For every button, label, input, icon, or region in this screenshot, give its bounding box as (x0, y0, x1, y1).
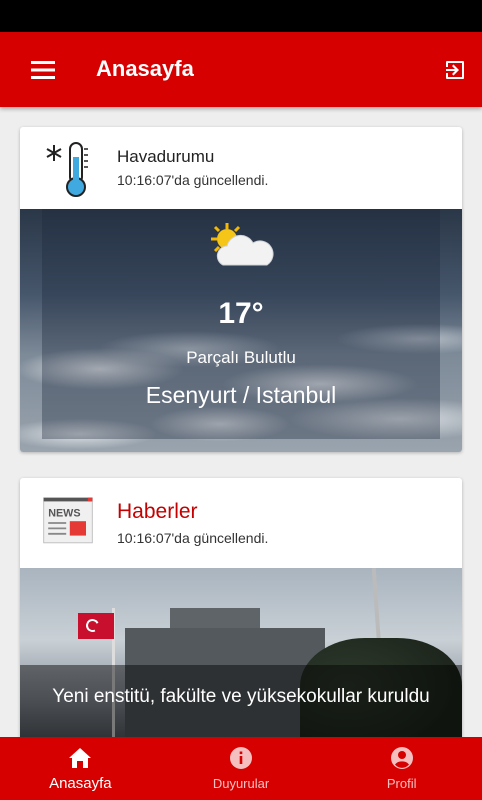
temperature: 17° (218, 297, 264, 330)
menu-icon (31, 61, 55, 79)
nav-item-profile[interactable]: Profil (321, 737, 482, 800)
partly-cloudy-icon (211, 223, 274, 266)
weather-background-image: 17° Parçalı Bulutlu Esenyurt / Istanbul (20, 209, 462, 452)
nav-label-profile: Profil (386, 776, 417, 791)
news-card-header: NEWS Haberler 10:16:07'da güncellendi. (20, 478, 462, 568)
menu-button[interactable] (22, 53, 64, 87)
logout-button[interactable] (438, 53, 472, 87)
news-updated-time: 10:16:07'da güncellendi. (117, 530, 269, 546)
newspaper-icon: NEWS (43, 497, 93, 544)
nav-label-home: Anasayfa (49, 775, 112, 792)
thermometer-icon (46, 142, 88, 197)
weather-card-header: Havadurumu 10:16:07'da güncellendi. (20, 127, 462, 209)
nav-item-announcements[interactable]: Duyurular (161, 737, 322, 800)
status-bar (0, 0, 482, 32)
weather-card[interactable]: Havadurumu 10:16:07'da güncellendi. 17° … (20, 127, 462, 452)
home-icon (67, 745, 93, 771)
weather-condition: Parçalı Bulutlu (186, 348, 296, 367)
app-bar: Anasayfa (0, 32, 482, 107)
exit-icon (446, 61, 464, 79)
weather-card-title: Havadurumu (117, 147, 215, 166)
account-icon (389, 745, 415, 771)
weather-location: Esenyurt / Istanbul (145, 382, 337, 408)
info-icon (228, 745, 254, 771)
newspaper-icon-label: NEWS (48, 508, 80, 520)
bottom-navigation: Anasayfa Duyurular Profil (0, 737, 482, 800)
page-title: Anasayfa (96, 56, 194, 81)
nav-item-home[interactable]: Anasayfa (0, 737, 161, 800)
news-headline[interactable]: Yeni enstitü, fakülte ve yüksekokullar k… (40, 685, 442, 709)
nav-label-announcements: Duyurular (212, 776, 270, 791)
weather-updated-time: 10:16:07'da güncellendi. (117, 172, 269, 188)
news-card-title: Haberler (117, 500, 198, 523)
